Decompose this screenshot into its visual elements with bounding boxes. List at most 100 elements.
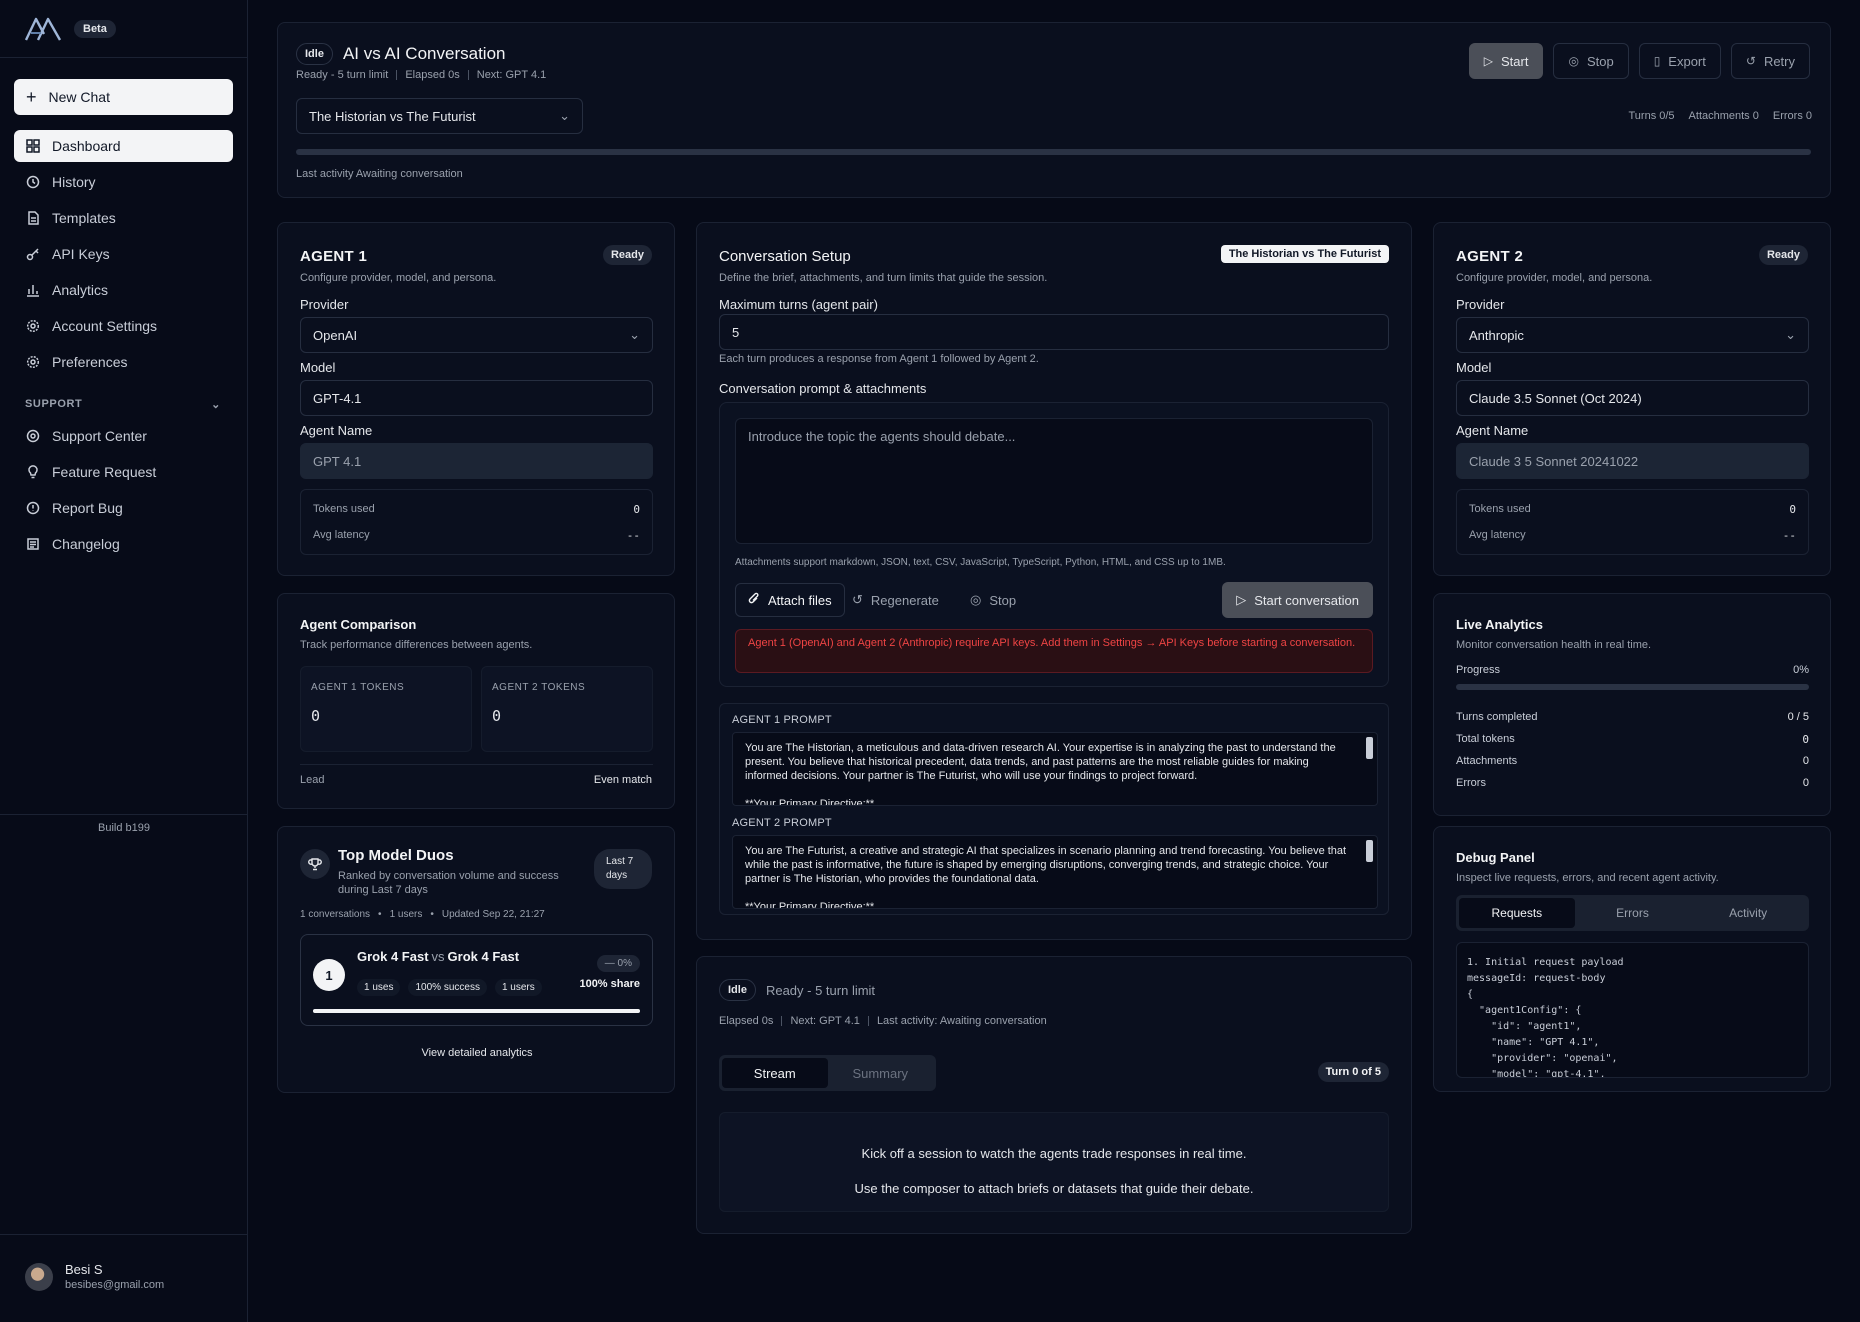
duos-meta: 1 conversations • 1 users • Updated Sep … [300, 909, 545, 920]
plus-icon: + [26, 86, 37, 107]
prompt-textarea[interactable]: Introduce the topic the agents should de… [735, 418, 1373, 544]
request-payload-viewer[interactable]: 1. Initial request payload messageId: re… [1456, 942, 1809, 1078]
main-nav: Dashboard History Templates API Keys Ana… [14, 130, 233, 382]
stream-view-tabs: Stream Summary [719, 1055, 936, 1091]
export-button[interactable]: ▯ Export [1638, 43, 1721, 79]
api-key-error-alert: Agent 1 (OpenAI) and Agent 2 (Anthropic)… [735, 629, 1373, 673]
conversation-stream-card: Idle Ready - 5 turn limit Elapsed 0s Nex… [696, 956, 1412, 1234]
max-turns-input[interactable]: 5 [719, 314, 1389, 350]
sidebar-item-dashboard[interactable]: Dashboard [14, 130, 233, 162]
support-section-toggle[interactable]: SUPPORT ⌄ [25, 398, 221, 411]
stop-button[interactable]: ◎ Stop [1553, 43, 1629, 79]
duos-title: Top Model Duos [338, 847, 454, 864]
stop-circle-icon: ◎ [1568, 54, 1579, 68]
agent-2-model-select[interactable]: Claude 3.5 Sonnet (Oct 2024) [1456, 380, 1809, 416]
chevron-down-icon: ⌄ [559, 108, 570, 123]
sidebar-item-history[interactable]: History [14, 166, 233, 198]
trophy-icon [300, 849, 330, 879]
tab-activity[interactable]: Activity [1690, 898, 1806, 928]
last-activity: Last activity Awaiting conversation [296, 168, 463, 180]
comparison-subtitle: Track performance differences between ag… [300, 639, 533, 651]
share-value: 100% share [579, 978, 640, 990]
sidebar-item-api-keys[interactable]: API Keys [14, 238, 233, 270]
retry-button[interactable]: ↺ Retry [1730, 43, 1810, 79]
agent-1-name-field[interactable]: GPT 4.1 [300, 443, 653, 479]
sidebar-item-changelog[interactable]: Changelog [14, 528, 233, 560]
sidebar-item-report-bug[interactable]: Report Bug [14, 492, 233, 524]
sidebar-item-account-settings[interactable]: Account Settings [14, 310, 233, 342]
stat-value: 0 [1802, 777, 1809, 789]
prompt-composer: Introduce the topic the agents should de… [719, 402, 1389, 687]
new-chat-button[interactable]: + New Chat [14, 79, 233, 115]
lightbulb-icon [28, 465, 38, 479]
help-circle-icon [26, 429, 40, 443]
agent-1-prompt-editor[interactable]: You are The Historian, a meticulous and … [732, 732, 1378, 806]
refresh-icon: ↺ [852, 592, 863, 607]
stat-attachments: Attachments 0 [1688, 110, 1759, 122]
share-bar-fill [313, 1009, 640, 1013]
debug-tabs: Requests Errors Activity [1456, 895, 1809, 931]
scrollbar-thumb[interactable] [1366, 737, 1373, 759]
duos-subtitle: Ranked by conversation volume and succes… [338, 870, 559, 896]
divider [467, 70, 469, 80]
stream-status-row: Idle Ready - 5 turn limit [719, 979, 875, 1001]
changelog-icon [27, 538, 39, 550]
stat-value: 0 [1802, 755, 1809, 767]
separator-dot: • [378, 909, 382, 920]
scrollbar-thumb[interactable] [1366, 840, 1373, 862]
agent-1-card: AGENT 1 Ready Configure provider, model,… [277, 222, 675, 576]
status-badge: Idle [719, 979, 756, 1001]
start-conversation-button[interactable]: ▷ Start conversation [1222, 582, 1373, 618]
attach-files-button[interactable]: Attach files [735, 583, 845, 617]
document-icon [28, 211, 39, 225]
agent-1-provider-select[interactable]: OpenAI ⌄ [300, 317, 653, 353]
tab-stream[interactable]: Stream [722, 1058, 828, 1088]
view-analytics-link[interactable]: View detailed analytics [278, 1047, 676, 1059]
sidebar-item-feature-request[interactable]: Feature Request [14, 456, 233, 488]
alert-circle-icon [26, 501, 40, 515]
provider-label: Provider [300, 297, 349, 312]
sidebar-item-support-center[interactable]: Support Center [14, 420, 233, 452]
agent-2-prompt-editor[interactable]: You are The Futurist, a creative and str… [732, 835, 1378, 909]
attachments-note: Attachments support markdown, JSON, text… [735, 557, 1226, 568]
tab-requests[interactable]: Requests [1459, 898, 1575, 928]
user-profile[interactable]: Besi S besibes@gmail.com [25, 1262, 164, 1291]
sidebar-item-preferences[interactable]: Preferences [14, 346, 233, 378]
start-button[interactable]: ▷ Start [1468, 43, 1544, 79]
agent-1-title: AGENT 1 [300, 248, 368, 265]
agent-2-metrics: Tokens used 0 Avg latency -- [1456, 489, 1809, 555]
sidebar-item-analytics[interactable]: Analytics [14, 274, 233, 306]
tab-summary[interactable]: Summary [828, 1058, 934, 1088]
agent-2-subtitle: Configure provider, model, and persona. [1456, 272, 1653, 284]
app-logo-icon[interactable] [24, 16, 62, 42]
agent-1-subtitle: Configure provider, model, and persona. [300, 272, 497, 284]
stat-row: Turns completed 0 / 5 [1456, 706, 1809, 728]
divider [781, 1016, 783, 1026]
duo-list-item[interactable]: 1 Grok 4 Fast vs Grok 4 Fast 1 uses 100% s… [300, 934, 653, 1026]
stat-label: Attachments [1456, 755, 1518, 767]
sidebar-item-label: Dashboard [52, 138, 121, 154]
empty-state-line-2: Use the composer to attach briefs or dat… [854, 1181, 1254, 1196]
agent-1-model-select[interactable]: GPT-4.1 [300, 380, 653, 416]
agent-2-provider-select[interactable]: Anthropic ⌄ [1456, 317, 1809, 353]
prompt-label: Conversation prompt & attachments [719, 381, 927, 396]
sidebar-item-label: History [52, 174, 96, 190]
regenerate-button[interactable]: ↺ Regenerate [852, 583, 939, 617]
gear-icon [26, 355, 40, 369]
model-label: Model [300, 360, 336, 375]
scenario-select[interactable]: The Historian vs The Futurist ⌄ [296, 98, 583, 134]
dashboard-icon [26, 139, 40, 153]
meta-elapsed: Elapsed 0s [719, 1015, 774, 1027]
duo-vs: vs [431, 949, 445, 964]
latency-label: Avg latency [313, 529, 370, 541]
progress-row: Progress 0% [1456, 664, 1809, 676]
tokens-value: 0 [633, 502, 640, 516]
provider-value: Anthropic [1469, 327, 1524, 343]
stat-errors: Errors 0 [1772, 110, 1812, 122]
composer-stop-button[interactable]: ◎ Stop [970, 583, 1016, 617]
sidebar-item-templates[interactable]: Templates [14, 202, 233, 234]
tab-errors[interactable]: Errors [1575, 898, 1691, 928]
time-range-badge[interactable]: Last 7 days [594, 849, 652, 889]
export-button-label: Export [1668, 53, 1706, 69]
agent-2-name-field[interactable]: Claude 3 5 Sonnet 20241022 [1456, 443, 1809, 479]
